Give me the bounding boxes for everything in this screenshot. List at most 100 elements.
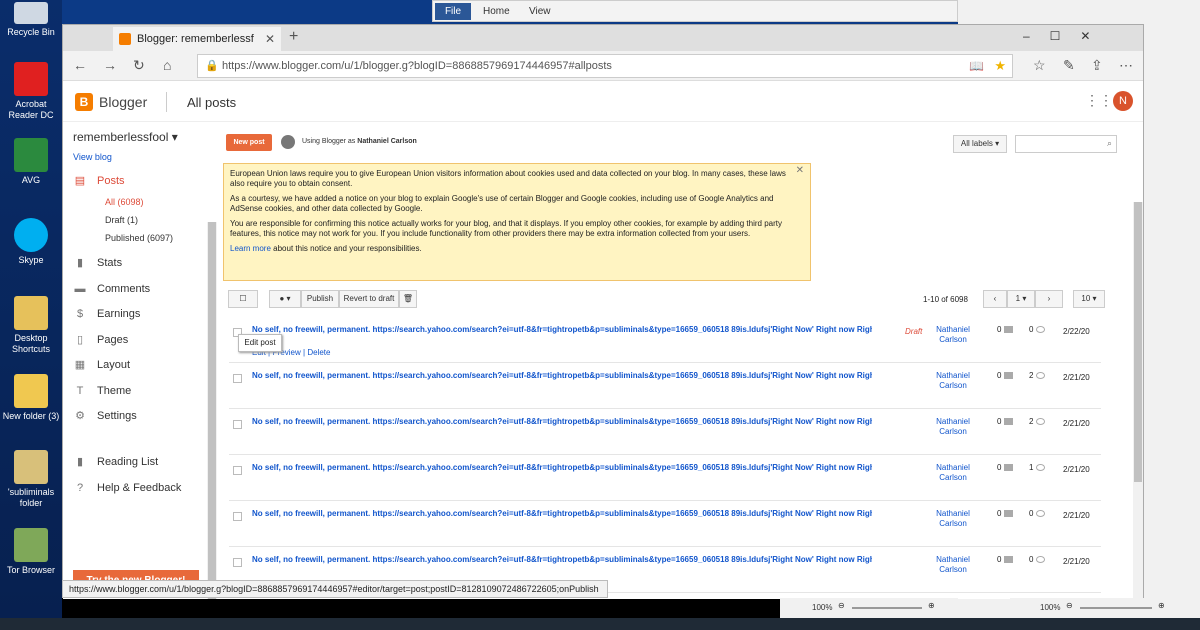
sidebar-item-theme[interactable]: T Theme: [73, 384, 132, 398]
sidebar-scrollbar[interactable]: [207, 222, 217, 599]
prev-page-button[interactable]: ‹: [983, 290, 1007, 308]
window-controls[interactable]: –☐✕: [1023, 29, 1111, 43]
label-tag-dropdown[interactable]: ● ▾: [269, 290, 301, 308]
notice-paragraph: European Union laws require you to give …: [230, 169, 786, 188]
zoom-slider[interactable]: [852, 607, 922, 609]
post-author[interactable]: Nathaniel Carlson: [935, 463, 971, 483]
row-checkbox[interactable]: [233, 466, 242, 475]
close-tab-icon[interactable]: ✕: [265, 27, 275, 51]
page-scrollbar[interactable]: [1133, 202, 1143, 599]
search-icon[interactable]: ⌕: [1107, 138, 1112, 149]
sidebar: rememberlessfool ▾ View blog ▤ Posts All …: [63, 122, 207, 599]
table-row[interactable]: No self, no freewill, permanent. https:/…: [229, 317, 1101, 363]
sidebar-item-help[interactable]: ? Help & Feedback: [73, 481, 181, 495]
notice-paragraph: You are responsible for confirming this …: [230, 219, 782, 238]
post-title-link[interactable]: No self, no freewill, permanent. https:/…: [252, 371, 872, 380]
page-title: All posts: [187, 95, 237, 110]
tor-browser[interactable]: Tor Browser: [0, 528, 62, 576]
favorite-star-icon[interactable]: ★: [994, 55, 1006, 77]
file-tab[interactable]: File: [435, 3, 471, 20]
avg[interactable]: AVG: [0, 138, 62, 186]
row-checkbox[interactable]: [233, 420, 242, 429]
reading-view-icon[interactable]: 📖: [969, 55, 984, 77]
sidebar-item-comments[interactable]: ▬ Comments: [73, 282, 151, 296]
sidebar-item-earnings[interactable]: $ Earnings: [73, 307, 140, 321]
browser-tab[interactable]: Blogger: rememberlessf ✕: [113, 27, 281, 51]
favorites-icon[interactable]: ☆: [1033, 57, 1046, 74]
zoom-in-icon[interactable]: ⊕: [1158, 601, 1165, 610]
posts-draft-link[interactable]: Draft (1): [105, 215, 138, 225]
post-author[interactable]: Nathaniel Carlson: [935, 417, 971, 437]
view-blog-link[interactable]: View blog: [73, 152, 112, 162]
row-checkbox[interactable]: [233, 512, 242, 521]
post-title-link[interactable]: No self, no freewill, permanent. https:/…: [252, 555, 872, 564]
posts-all-link[interactable]: All (6098): [105, 197, 144, 207]
view-tab[interactable]: View: [529, 3, 551, 20]
zoom-out-icon[interactable]: ⊖: [1066, 601, 1073, 610]
blogger-logo-icon[interactable]: B: [75, 93, 93, 111]
acrobat-reader[interactable]: Acrobat Reader DC: [0, 62, 62, 121]
row-checkbox[interactable]: [233, 374, 242, 383]
post-title-link[interactable]: No self, no freewill, permanent. https:/…: [252, 463, 872, 472]
sidebar-item-layout[interactable]: ▦ Layout: [73, 358, 130, 372]
sidebar-item-reading-list[interactable]: ▮ Reading List: [73, 455, 158, 469]
view-count: 2: [1029, 371, 1046, 380]
all-labels-dropdown[interactable]: All labels ▾: [953, 135, 1007, 153]
sidebar-item-stats[interactable]: ▮ Stats: [73, 256, 122, 270]
row-checkbox[interactable]: [233, 558, 242, 567]
next-page-button[interactable]: ›: [1035, 290, 1063, 308]
table-row[interactable]: No self, no freewill, permanent. https:/…: [229, 409, 1101, 455]
avatar[interactable]: N: [1113, 91, 1133, 111]
publish-button[interactable]: Publish: [301, 290, 339, 308]
more-icon[interactable]: ⋯: [1119, 57, 1133, 74]
sidebar-item-posts[interactable]: ▤ Posts: [73, 174, 125, 188]
post-author[interactable]: Nathaniel Carlson: [935, 371, 971, 391]
eye-icon: [1036, 510, 1046, 518]
sidebar-item-pages[interactable]: ▯ Pages: [73, 333, 128, 347]
recycle-bin[interactable]: Recycle Bin: [0, 2, 62, 38]
blog-selector[interactable]: rememberlessfool ▾: [73, 130, 178, 144]
table-row[interactable]: No self, no freewill, permanent. https:/…: [229, 501, 1101, 547]
post-author[interactable]: Nathaniel Carlson: [935, 509, 971, 529]
post-title-link[interactable]: No self, no freewill, permanent. https:/…: [252, 325, 872, 334]
forward-icon[interactable]: →: [103, 57, 117, 73]
search-input[interactable]: ⌕: [1015, 135, 1117, 153]
apps-grid-icon[interactable]: ⋮⋮: [1085, 92, 1113, 109]
windows-taskbar: [0, 618, 1200, 630]
new-folder-3[interactable]: New folder (3): [0, 374, 62, 422]
zoom-in-icon[interactable]: ⊕: [928, 601, 935, 610]
delete-link[interactable]: Delete: [307, 348, 330, 357]
post-title-link[interactable]: No self, no freewill, permanent. https:/…: [252, 509, 872, 518]
comment-icon: [1004, 556, 1014, 564]
back-icon[interactable]: ←: [73, 57, 87, 73]
desktop-shortcuts[interactable]: Desktop Shortcuts: [0, 296, 62, 355]
new-tab-icon[interactable]: +: [289, 28, 298, 46]
select-all-checkbox[interactable]: ☐: [228, 290, 258, 308]
comment-count: 0: [997, 371, 1014, 380]
refresh-icon[interactable]: ↻: [133, 57, 145, 74]
subliminals-folder[interactable]: 'subliminals folder: [0, 450, 62, 509]
revert-to-draft-button[interactable]: Revert to draft: [339, 290, 399, 308]
share-icon[interactable]: ⇪: [1091, 57, 1103, 74]
posts-published-link[interactable]: Published (6097): [105, 233, 173, 243]
zoom-slider[interactable]: [1080, 607, 1152, 609]
table-row[interactable]: No self, no freewill, permanent. https:/…: [229, 363, 1101, 409]
page-select[interactable]: 1 ▾: [1007, 290, 1035, 308]
post-author[interactable]: Nathaniel Carlson: [935, 325, 971, 345]
zoom-out-icon[interactable]: ⊖: [838, 601, 845, 610]
learn-more-link[interactable]: Learn more: [230, 244, 271, 253]
close-notice-icon[interactable]: ✕: [796, 166, 804, 176]
home-icon[interactable]: ⌂: [163, 57, 171, 73]
post-author[interactable]: Nathaniel Carlson: [935, 555, 971, 575]
skype[interactable]: Skype: [0, 218, 62, 266]
url-field[interactable]: 🔒 https://www.blogger.com/u/1/blogger.g?…: [197, 54, 1013, 78]
table-row[interactable]: No self, no freewill, permanent. https:/…: [229, 455, 1101, 501]
post-title-link[interactable]: No self, no freewill, permanent. https:/…: [252, 417, 872, 426]
trash-icon[interactable]: 🗑: [399, 290, 417, 308]
new-post-button[interactable]: New post: [226, 134, 272, 151]
sidebar-item-settings[interactable]: ⚙ Settings: [73, 409, 137, 423]
notes-icon[interactable]: ✎: [1063, 57, 1075, 74]
per-page-select[interactable]: 10 ▾: [1073, 290, 1105, 308]
home-tab[interactable]: Home: [483, 3, 510, 20]
blogger-header: B Blogger All posts ⋮⋮ N: [63, 82, 1143, 122]
